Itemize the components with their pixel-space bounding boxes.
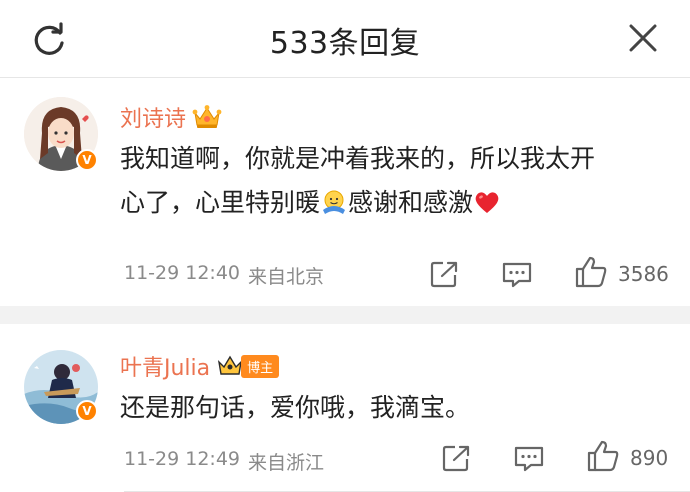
comment-text-segment: 感谢和感激 bbox=[348, 188, 474, 217]
hug-emoji-icon bbox=[323, 190, 346, 214]
comment-meta: 11-29 12:40 来自北京 bbox=[124, 262, 324, 289]
like-count: 3586 bbox=[618, 262, 669, 286]
section-divider bbox=[0, 306, 690, 324]
like-count: 890 bbox=[630, 446, 669, 470]
heart-emoji-icon bbox=[475, 192, 499, 213]
comment-time: 11-29 12:40 bbox=[124, 262, 241, 284]
replies-header: 533条回复 bbox=[0, 0, 690, 78]
comment-author-name[interactable]: 叶青Julia bbox=[120, 350, 210, 382]
repost-icon[interactable] bbox=[430, 260, 460, 288]
repost-icon[interactable] bbox=[442, 444, 472, 472]
comment-text: 还是那句话，爱你哦，我滴宝。 bbox=[120, 393, 471, 422]
close-icon[interactable] bbox=[626, 21, 660, 55]
comment-time: 11-29 12:49 bbox=[124, 448, 241, 470]
comment-text-line: 心了，心里特别暖 感谢和感激 bbox=[120, 181, 668, 225]
crown-icon bbox=[218, 355, 243, 375]
comment-author-name[interactable]: 刘诗诗 bbox=[120, 101, 186, 133]
comment-text-line: 我知道啊，你就是冲着我来的，所以我太开 bbox=[120, 144, 596, 173]
blogger-badge-label: 博主 bbox=[241, 354, 280, 378]
blogger-badge: 博主 bbox=[216, 354, 280, 378]
comment-author-row: 刘诗诗 bbox=[120, 101, 222, 133]
comment-source: 来自北京 bbox=[248, 266, 325, 288]
comment-author-row: 叶青Julia 博主 bbox=[120, 350, 280, 382]
comment-item: V 刘诗诗 我知道啊，你就是冲着我来的，所以我太开 心了，心里特别暖 感谢和感激 bbox=[0, 79, 690, 305]
crown-icon bbox=[192, 105, 222, 128]
verified-badge: V bbox=[76, 149, 98, 171]
like-icon[interactable] bbox=[586, 439, 620, 473]
verified-badge: V bbox=[76, 400, 98, 422]
comment-item: V 叶青Julia 博主 还是那句话，爱你哦，我滴宝。 11-29 12:49 … bbox=[0, 324, 690, 492]
page-title: 533条回复 bbox=[269, 26, 421, 61]
like-icon[interactable] bbox=[574, 255, 608, 289]
comment-icon[interactable] bbox=[501, 261, 533, 289]
comment-text: 我知道啊，你就是冲着我来的，所以我太开 心了，心里特别暖 感谢和感激 bbox=[120, 137, 668, 225]
comment-icon[interactable] bbox=[513, 445, 545, 473]
comment-text-segment: 心了，心里特别暖 bbox=[120, 188, 321, 217]
comment-meta: 11-29 12:49 来自浙江 bbox=[124, 448, 324, 475]
comment-source: 来自浙江 bbox=[248, 452, 325, 474]
